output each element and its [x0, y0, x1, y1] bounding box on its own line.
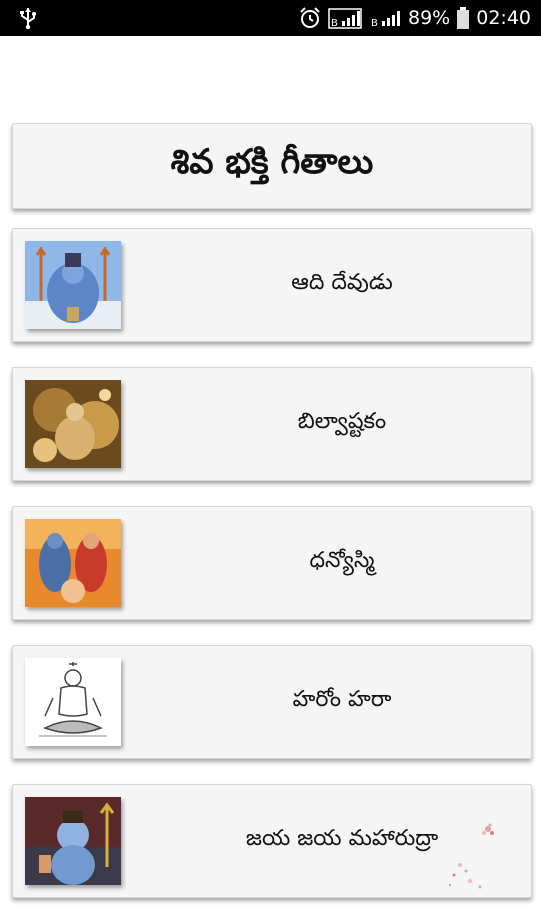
list-item-label: ధన్యోస్మి [309, 548, 375, 573]
svg-text:B: B [331, 18, 338, 29]
list-item[interactable]: ఆది దేవుడు [12, 228, 532, 342]
status-time: 02:40 [476, 7, 531, 29]
battery-percent: 89% [408, 7, 451, 29]
alarm-icon [300, 7, 320, 28]
list-item[interactable]: హరోం హరా [12, 645, 532, 759]
signal-icon: B [371, 11, 400, 29]
signal-icon: B [328, 8, 362, 29]
header-card: శివ భక్తి గీతాలు [12, 123, 532, 209]
shiva-meditating-image [25, 380, 121, 468]
shiva-parvati-image [25, 519, 121, 607]
shiva-sketch-image [25, 658, 121, 746]
list-item[interactable]: ధన్యోస్మి [12, 506, 532, 620]
list-item-label: బిల్వాష్టకం [297, 409, 387, 434]
page-title: శివ భక్తి గీతాలు [170, 142, 374, 182]
status-bar: B B 89% 02:40 [0, 0, 541, 36]
list-item-label: హరోం హరా [292, 687, 392, 712]
usb-icon [20, 8, 36, 30]
list-item[interactable]: బిల్వాష్టకం [12, 367, 532, 481]
shiva-trident-image [25, 797, 121, 885]
sparkle-decoration [449, 823, 494, 889]
list-item-label: ఆది దేవుడు [291, 270, 393, 295]
battery-icon [457, 7, 470, 29]
svg-text:B: B [371, 18, 378, 29]
shiva-image [25, 241, 121, 329]
